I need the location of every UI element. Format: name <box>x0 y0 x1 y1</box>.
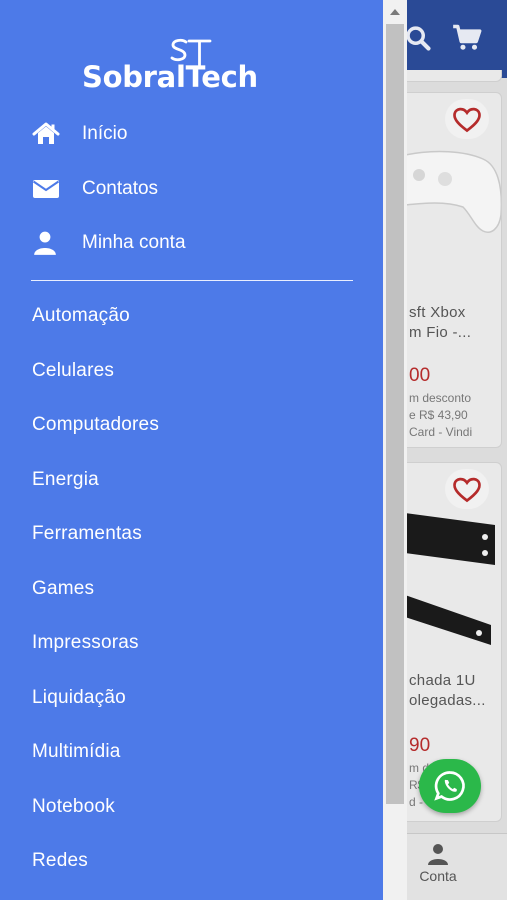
drawer-divider <box>31 280 353 281</box>
favorite-heart-icon[interactable] <box>445 469 489 509</box>
nav-item-label: Minha conta <box>82 232 186 253</box>
envelope-icon <box>32 176 62 202</box>
home-icon <box>32 121 62 147</box>
product-title: chada 1U <box>409 672 476 689</box>
product-title: olegadas... <box>409 692 486 709</box>
category-item[interactable]: Games <box>32 578 94 600</box>
category-item[interactable]: Computadores <box>32 414 159 436</box>
product-price: 00 <box>409 365 431 386</box>
bottom-nav-account-label: Conta <box>419 868 457 884</box>
category-item[interactable]: Ferramentas <box>32 523 142 545</box>
category-item[interactable]: Notebook <box>32 796 115 818</box>
product-price: 90 <box>409 735 431 756</box>
nav-item-minha-conta[interactable]: Minha conta <box>32 228 186 258</box>
drawer-scrollbar-thumb[interactable] <box>386 24 404 804</box>
category-item[interactable]: Automação <box>32 305 130 327</box>
product-note: m desconto <box>409 391 472 405</box>
whatsapp-button[interactable] <box>419 759 481 813</box>
brand-name: SobralTech <box>82 60 258 94</box>
product-note: Card - Vindi <box>409 425 473 439</box>
category-item[interactable]: Multimídia <box>32 741 121 763</box>
whatsapp-icon <box>434 771 465 801</box>
brand-logo[interactable]: SobralTech <box>80 38 300 94</box>
product-title: m Fio -... <box>409 324 472 341</box>
rack-panel-image <box>405 513 495 645</box>
category-item[interactable]: Celulares <box>32 360 114 382</box>
product-note: e R$ 43,90 <box>409 408 468 422</box>
favorite-heart-icon[interactable] <box>445 99 489 139</box>
cart-icon[interactable] <box>452 24 482 52</box>
bottom-nav-account[interactable]: Conta <box>410 842 466 884</box>
nav-item-inicio[interactable]: Início <box>32 119 127 149</box>
nav-item-contatos[interactable]: Contatos <box>32 174 158 204</box>
nav-item-label: Contatos <box>82 178 159 199</box>
scroll-up-arrow-icon[interactable] <box>383 4 407 20</box>
xbox-controller-image <box>405 150 501 233</box>
category-item[interactable]: Liquidação <box>32 687 126 709</box>
category-item[interactable]: Energia <box>32 469 99 491</box>
category-item[interactable]: Impressoras <box>32 632 139 654</box>
product-title: sft Xbox <box>409 304 466 321</box>
nav-item-label: Início <box>82 123 128 144</box>
side-drawer: SobralTech Início Contatos Minha conta A… <box>0 0 383 900</box>
search-icon[interactable] <box>404 24 432 52</box>
user-icon <box>428 844 448 865</box>
category-item[interactable]: Redes <box>32 850 88 872</box>
user-icon <box>32 230 62 256</box>
